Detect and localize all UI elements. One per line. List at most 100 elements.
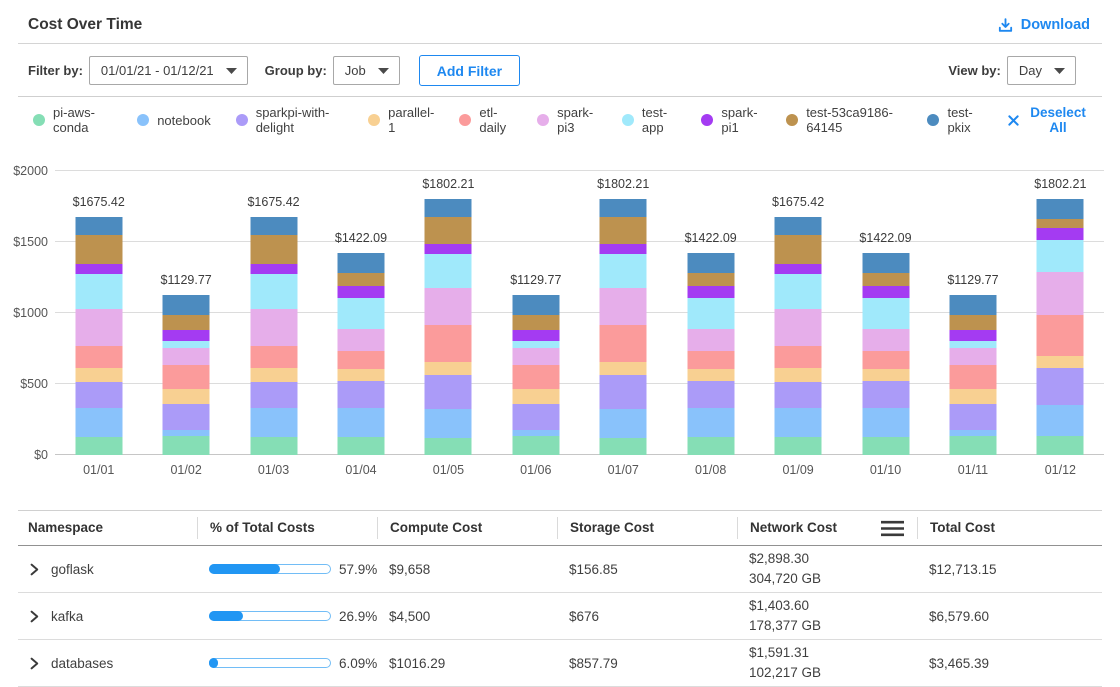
bar-segment-sparkpi-with-delight[interactable] [163,404,210,430]
stacked-bar-01/11[interactable]: $1129.77 [929,171,1016,455]
bar-segment-pi-aws-conda[interactable] [75,437,122,455]
bar-segment-sparkpi-with-delight[interactable] [862,381,909,408]
bar-segment-spark-pi3[interactable] [687,329,734,350]
bar-segment-etl-daily[interactable] [425,325,472,362]
column-header-network[interactable]: Network Cost [737,517,917,539]
bar-segment-spark-pi3[interactable] [250,309,297,346]
bar-segment-notebook[interactable] [337,408,384,437]
stacked-bar-01/08[interactable]: $1422.09 [667,171,754,455]
column-header-percent[interactable]: % of Total Costs [197,517,377,539]
bar-segment-spark-pi3[interactable] [512,348,559,364]
bar-segment-spark-pi1[interactable] [425,244,472,254]
bar-segment-etl-daily[interactable] [512,365,559,389]
bar-segment-test-pkix[interactable] [862,253,909,273]
bar-segment-sparkpi-with-delight[interactable] [75,382,122,408]
bar-segment-etl-daily[interactable] [949,365,996,389]
bar-segment-sparkpi-with-delight[interactable] [687,381,734,408]
bar-segment-test-app[interactable] [1037,240,1084,272]
stacked-bar-01/10[interactable]: $1422.09 [842,171,929,455]
legend-item-sparkpi-with-delight[interactable]: sparkpi-with-delight [236,105,343,135]
table-row-databases[interactable]: databases 6.09% $1016.29 $857.79 $1,591.… [18,640,1102,687]
bar-segment-spark-pi1[interactable] [250,264,297,274]
bar-segment-parallel-1[interactable] [1037,356,1084,368]
bar-segment-test-53ca9186-64145[interactable] [775,235,822,264]
bar-segment-notebook[interactable] [775,408,822,437]
stacked-bar-01/01[interactable]: $1675.42 [55,171,142,455]
bar-segment-spark-pi3[interactable] [163,348,210,364]
legend-item-test-app[interactable]: test-app [622,105,677,135]
bar-segment-test-53ca9186-64145[interactable] [163,315,210,330]
bar-segment-pi-aws-conda[interactable] [425,438,472,455]
bar-segment-test-53ca9186-64145[interactable] [337,273,384,286]
expand-chevron-right-icon[interactable] [28,563,40,576]
bar-segment-parallel-1[interactable] [600,362,647,375]
bar-segment-test-app[interactable] [687,298,734,330]
bar-segment-spark-pi1[interactable] [512,330,559,340]
bar-segment-spark-pi3[interactable] [949,348,996,364]
bar-segment-spark-pi3[interactable] [337,329,384,350]
bar-segment-parallel-1[interactable] [687,369,734,381]
column-header-storage[interactable]: Storage Cost [557,517,737,539]
bar-segment-spark-pi3[interactable] [862,329,909,350]
stacked-bar-01/06[interactable]: $1129.77 [492,171,579,455]
bar-segment-test-pkix[interactable] [600,199,647,217]
bar-segment-test-53ca9186-64145[interactable] [250,235,297,264]
bar-segment-spark-pi3[interactable] [425,288,472,326]
bar-segment-pi-aws-conda[interactable] [862,437,909,455]
bar-segment-sparkpi-with-delight[interactable] [337,381,384,408]
bar-segment-pi-aws-conda[interactable] [337,437,384,455]
bar-segment-sparkpi-with-delight[interactable] [600,375,647,409]
legend-item-test-53ca9186-64145[interactable]: test-53ca9186-64145 [786,105,902,135]
bar-segment-test-app[interactable] [775,274,822,309]
bar-segment-spark-pi1[interactable] [1037,228,1084,240]
bar-segment-parallel-1[interactable] [75,368,122,382]
bar-segment-parallel-1[interactable] [163,389,210,404]
bar-segment-notebook[interactable] [425,409,472,437]
bar-segment-notebook[interactable] [862,408,909,437]
bar-segment-notebook[interactable] [250,408,297,437]
bar-segment-parallel-1[interactable] [862,369,909,381]
bar-segment-notebook[interactable] [1037,405,1084,436]
column-header-namespace[interactable]: Namespace [18,517,197,539]
bar-segment-sparkpi-with-delight[interactable] [425,375,472,409]
bar-segment-test-pkix[interactable] [425,199,472,217]
table-row-kafka[interactable]: kafka 26.9% $4,500 $676 $1,403.60 178,37… [18,593,1102,640]
column-header-total[interactable]: Total Cost [917,517,1102,539]
add-filter-button[interactable]: Add Filter [419,55,520,86]
bar-segment-spark-pi1[interactable] [949,330,996,340]
bar-segment-spark-pi1[interactable] [775,264,822,274]
bar-segment-pi-aws-conda[interactable] [1037,436,1084,455]
stacked-bar-01/05[interactable]: $1802.21 [405,171,492,455]
bar-segment-spark-pi1[interactable] [687,286,734,298]
bar-segment-parallel-1[interactable] [337,369,384,381]
table-row-goflask[interactable]: goflask 57.9% $9,658 $156.85 $2,898.30 3… [18,546,1102,593]
bar-segment-etl-daily[interactable] [337,351,384,369]
bar-segment-test-pkix[interactable] [75,217,122,235]
bar-segment-notebook[interactable] [687,408,734,437]
bar-segment-test-pkix[interactable] [163,295,210,316]
bar-segment-test-pkix[interactable] [949,295,996,316]
bar-segment-test-app[interactable] [163,341,210,349]
legend-item-test-pkix[interactable]: test-pkix [927,105,983,135]
stacked-bar-01/03[interactable]: $1675.42 [230,171,317,455]
legend-item-notebook[interactable]: notebook [137,113,211,128]
bar-segment-test-app[interactable] [75,274,122,309]
bar-segment-spark-pi3[interactable] [1037,272,1084,315]
bar-segment-sparkpi-with-delight[interactable] [512,404,559,430]
bar-segment-spark-pi1[interactable] [862,286,909,298]
bar-segment-pi-aws-conda[interactable] [949,436,996,455]
bar-segment-test-app[interactable] [512,341,559,349]
bar-segment-spark-pi1[interactable] [600,244,647,254]
legend-item-spark-pi1[interactable]: spark-pi1 [701,105,761,135]
bar-segment-pi-aws-conda[interactable] [512,436,559,455]
bar-segment-parallel-1[interactable] [775,368,822,382]
view-by-dropdown[interactable]: Day [1007,56,1076,85]
legend-item-spark-pi3[interactable]: spark-pi3 [537,105,597,135]
bar-segment-test-pkix[interactable] [1037,199,1084,218]
expand-chevron-right-icon[interactable] [28,657,40,670]
deselect-all-button[interactable]: Deselect All [1008,105,1090,135]
bar-segment-etl-daily[interactable] [862,351,909,369]
bar-segment-parallel-1[interactable] [512,389,559,404]
bar-segment-sparkpi-with-delight[interactable] [775,382,822,408]
stacked-bar-01/07[interactable]: $1802.21 [580,171,667,455]
